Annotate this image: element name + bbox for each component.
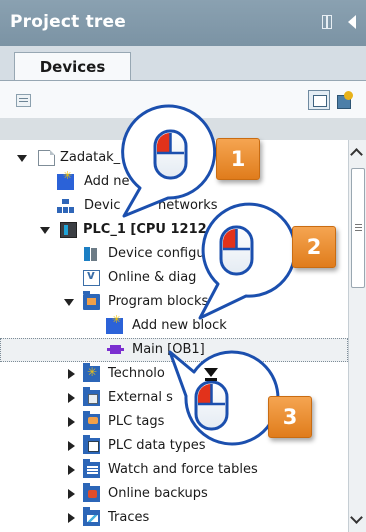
tree-row-label: Zadatak_ bbox=[60, 150, 121, 165]
tree-row-label: Main [OB1] bbox=[132, 342, 205, 357]
plc-tags-icon bbox=[83, 411, 100, 430]
tree-row-add-new-block[interactable]: Add new block bbox=[0, 313, 348, 338]
online-diagnostics-icon bbox=[83, 268, 100, 286]
technology-objects-icon bbox=[83, 363, 100, 382]
expand-arrow-icon[interactable] bbox=[68, 369, 75, 379]
tree-row-watch-force-tables[interactable]: Watch and force tables bbox=[0, 458, 348, 482]
step-badge-2: 2 bbox=[292, 226, 336, 268]
expand-arrow-icon[interactable] bbox=[68, 489, 75, 499]
external-sources-icon bbox=[83, 387, 100, 406]
step-badge-3: 3 bbox=[268, 396, 312, 438]
tree-row-label: Devic bbox=[84, 198, 121, 213]
tree-row-label: PLC tags bbox=[108, 414, 165, 429]
expand-arrow-icon[interactable] bbox=[64, 298, 74, 306]
device-config-icon bbox=[83, 246, 100, 262]
expand-arrow-icon[interactable] bbox=[68, 417, 75, 427]
tree-row-label: Technolo bbox=[108, 366, 165, 381]
project-tree-titlebar: Project tree bbox=[0, 0, 366, 46]
tree-row-label: Program blocks bbox=[108, 294, 209, 309]
step-badge-1: 1 bbox=[216, 138, 260, 180]
expand-arrow-icon[interactable] bbox=[68, 393, 75, 403]
dock-pin-icon[interactable] bbox=[322, 15, 332, 29]
tree-row-add-new-device[interactable]: Add ne bbox=[0, 169, 348, 194]
expand-arrow-icon[interactable] bbox=[68, 513, 75, 523]
expand-arrow-icon[interactable] bbox=[40, 226, 50, 234]
tab-strip: Devices bbox=[0, 46, 366, 81]
tree-row-label: Device configu bbox=[108, 246, 205, 261]
devices-networks-icon bbox=[57, 198, 74, 214]
tree-row-main-ob1[interactable]: Main [OB1] bbox=[0, 338, 348, 362]
column-header-bar bbox=[0, 118, 366, 140]
add-device-icon bbox=[57, 169, 74, 190]
expand-arrow-icon[interactable] bbox=[68, 441, 75, 451]
scroll-up-icon[interactable] bbox=[351, 144, 364, 162]
tab-devices[interactable]: Devices bbox=[14, 52, 131, 81]
grip-icon bbox=[355, 224, 362, 225]
tree-row-online-backups[interactable]: Online backups bbox=[0, 482, 348, 506]
tree-row-label: Online & diag bbox=[108, 270, 197, 285]
plc-data-types-icon bbox=[83, 435, 100, 454]
tree-toolbar bbox=[0, 80, 366, 118]
traces-icon bbox=[83, 507, 100, 526]
expand-arrow-icon[interactable] bbox=[68, 465, 75, 475]
tree-row-label-tail: networks bbox=[158, 198, 218, 213]
watch-tables-icon bbox=[83, 459, 100, 478]
panel-title: Project tree bbox=[10, 12, 126, 32]
tree-row-devices-networks[interactable]: Devic networks bbox=[0, 194, 348, 218]
tree-row-label: Watch and force tables bbox=[108, 462, 258, 477]
tree-row-technology-objects[interactable]: Technolo bjects bbox=[0, 362, 348, 386]
project-icon bbox=[38, 150, 55, 166]
tree-row-label: PLC_1 [CPU 1212 bbox=[83, 222, 207, 237]
tree-row-label: PLC data types bbox=[108, 438, 206, 453]
save-window-settings-icon[interactable] bbox=[336, 91, 354, 109]
scroll-thumb[interactable] bbox=[351, 168, 365, 288]
tree-row-label: External s bbox=[108, 390, 173, 405]
tree-row-label: Traces bbox=[108, 510, 150, 525]
overview-view-icon[interactable] bbox=[308, 90, 330, 110]
tree-row-project[interactable]: Zadatak_ bbox=[0, 146, 348, 170]
project-tree: Zadatak_ Add ne Devic networks PLC_1 [CP… bbox=[0, 140, 348, 532]
scroll-down-icon[interactable] bbox=[351, 512, 364, 530]
ob-block-icon bbox=[107, 342, 124, 358]
expand-arrow-icon[interactable] bbox=[17, 154, 27, 162]
folder-icon bbox=[83, 291, 100, 310]
online-backups-icon bbox=[83, 483, 100, 502]
plc-icon bbox=[60, 222, 77, 238]
tree-scrollbar[interactable] bbox=[348, 140, 366, 532]
tree-row-online-diagnostics[interactable]: Online & diag bbox=[0, 266, 348, 290]
tree-row-program-blocks[interactable]: Program blocks bbox=[0, 290, 348, 314]
add-block-icon bbox=[106, 313, 123, 334]
tree-row-label-tail: bjects bbox=[222, 366, 261, 381]
tree-row-label: Online backups bbox=[108, 486, 208, 501]
tree-options-icon[interactable] bbox=[16, 94, 31, 107]
tree-row-label: Add ne bbox=[84, 174, 130, 189]
tree-row-traces[interactable]: Traces bbox=[0, 506, 348, 530]
tree-row-label: Add new block bbox=[132, 318, 227, 333]
collapse-panel-icon[interactable] bbox=[348, 15, 356, 29]
